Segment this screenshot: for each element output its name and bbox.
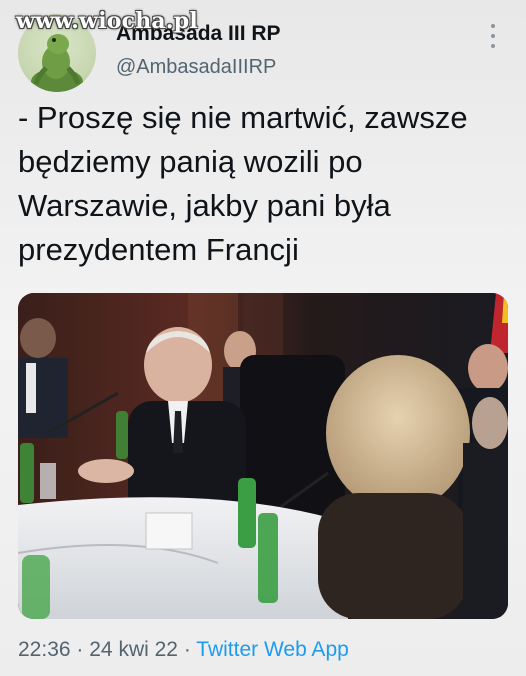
meta-separator: · bbox=[76, 638, 84, 661]
source-app-link[interactable]: Twitter Web App bbox=[196, 638, 349, 661]
tweet-text: - Proszę się nie martwić, zawsze będziem… bbox=[18, 100, 468, 267]
watermark-logo: www.wiocha.pl bbox=[16, 8, 198, 34]
tweet-date[interactable]: 24 kwi 22 bbox=[89, 638, 178, 661]
tweet-meta: 22:36 · 24 kwi 22 · Twitter Web App bbox=[18, 638, 349, 662]
tweet-time[interactable]: 22:36 bbox=[18, 638, 71, 661]
author-handle[interactable]: @AmbasadaIIIRP bbox=[116, 56, 276, 79]
more-vertical-icon[interactable] bbox=[486, 24, 500, 48]
meta-separator: · bbox=[183, 638, 191, 661]
tweet-photo[interactable] bbox=[18, 293, 508, 619]
